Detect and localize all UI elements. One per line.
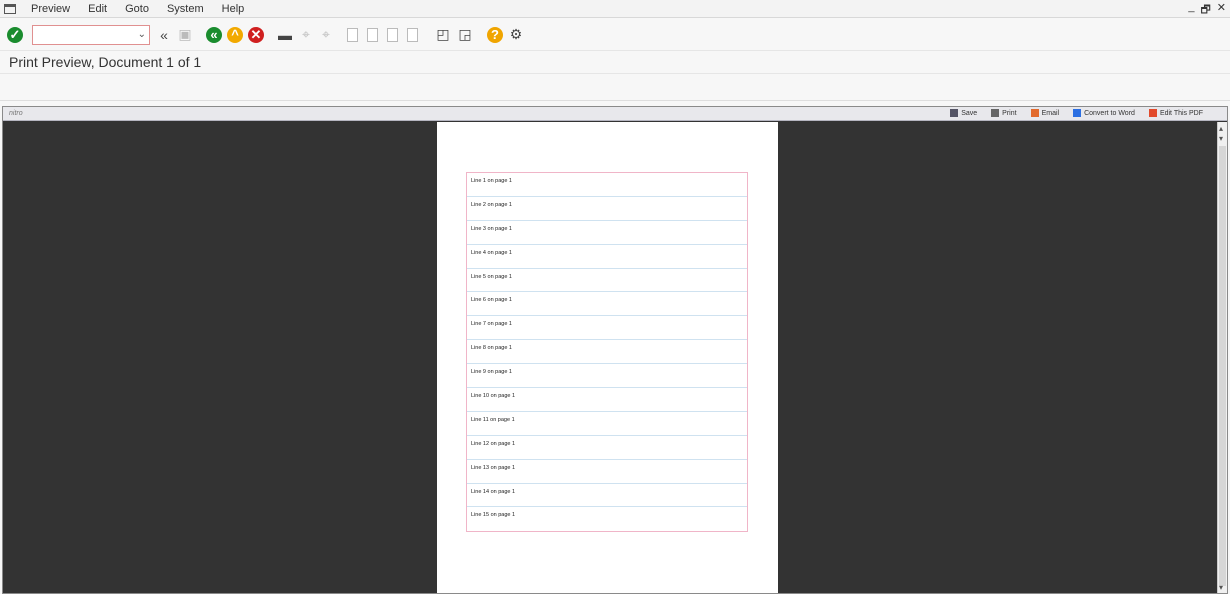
list-item: Line 1 on page 1 xyxy=(467,173,747,197)
print-icon xyxy=(991,109,1000,117)
new-session-icon[interactable]: ◰ xyxy=(435,26,451,43)
list-item: Line 6 on page 1 xyxy=(467,292,747,317)
list-item: Line 10 on page 1 xyxy=(467,388,747,412)
scroll-down-icon[interactable]: ▾ xyxy=(1219,583,1223,592)
previous-page-icon xyxy=(367,27,378,42)
list-item: Line 9 on page 1 xyxy=(467,364,747,389)
vertical-scrollbar[interactable]: ▴ ▾ ▾ xyxy=(1217,122,1227,593)
viewer-print-button[interactable]: Print xyxy=(991,109,1017,117)
list-item: Line 8 on page 1 xyxy=(467,340,747,365)
viewer-print-label: Print xyxy=(1002,109,1017,117)
list-item: Line 7 on page 1 xyxy=(467,316,747,341)
menu-edit[interactable]: Edit xyxy=(88,3,107,15)
word-icon xyxy=(1073,109,1082,117)
list-item: Line 4 on page 1 xyxy=(467,245,747,269)
menu-preview[interactable]: Preview xyxy=(31,3,70,15)
list-item: Line 13 on page 1 xyxy=(467,460,747,484)
chevron-down-icon[interactable]: ⌄ xyxy=(138,29,146,40)
viewer-edit-pdf-button[interactable]: Edit This PDF xyxy=(1148,109,1203,117)
first-page-icon xyxy=(347,27,358,42)
help-icon[interactable]: ? xyxy=(487,26,503,43)
viewer-toolbar: nitro Save Print Email Convert to Word E… xyxy=(3,107,1227,121)
window-controls: _ 🗗 ✕ xyxy=(1188,1,1226,20)
title-bar: Print Preview, Document 1 of 1 xyxy=(0,50,1230,74)
viewer-save-button[interactable]: Save xyxy=(950,109,977,117)
list-item: Line 12 on page 1 xyxy=(467,436,747,460)
save-icon: ▣ xyxy=(178,26,192,42)
close-button[interactable]: ✕ xyxy=(1217,1,1226,20)
edit-pdf-icon xyxy=(1148,109,1157,117)
document-page: Line 1 on page 1 Line 2 on page 1 Line 3… xyxy=(437,122,778,593)
application-toolbar xyxy=(0,75,1230,101)
print-icon[interactable]: ▬ xyxy=(277,27,293,43)
menu-goto[interactable]: Goto xyxy=(125,3,149,15)
settings-icon[interactable]: ⚙ xyxy=(508,26,524,43)
list-item: Line 15 on page 1 xyxy=(471,512,516,519)
find-next-icon: ⌖ xyxy=(322,26,330,42)
page-title: Print Preview, Document 1 of 1 xyxy=(9,54,202,70)
last-page-icon xyxy=(407,27,418,42)
viewer-body: Line 1 on page 1 Line 2 on page 1 Line 3… xyxy=(3,122,1227,593)
menu-bar: Preview Edit Goto System Help _ 🗗 ✕ xyxy=(0,0,1230,18)
command-field[interactable]: ⌄ xyxy=(32,24,150,45)
menu-help[interactable]: Help xyxy=(222,3,245,15)
window-menu-icon[interactable] xyxy=(4,3,16,14)
minimize-button[interactable]: _ xyxy=(1188,1,1194,20)
line-table: Line 1 on page 1 Line 2 on page 1 Line 3… xyxy=(466,172,748,532)
list-item: Line 11 on page 1 xyxy=(467,412,747,436)
list-item: Line 3 on page 1 xyxy=(467,221,747,245)
menu-system[interactable]: System xyxy=(167,3,204,15)
viewer-convert-label: Convert to Word xyxy=(1084,109,1135,117)
list-item: Line 2 on page 1 xyxy=(467,197,747,221)
find-icon: ⌖ xyxy=(302,26,310,42)
viewer-edit-pdf-label: Edit This PDF xyxy=(1159,109,1203,117)
list-item: Line 14 on page 1 xyxy=(467,484,747,508)
enter-icon[interactable]: ✓ xyxy=(7,26,23,43)
scroll-thumb[interactable] xyxy=(1219,146,1226,586)
toolbar: ✓ ⌄ « ▣ « ^ ✕ ▬ ⌖ ⌖ ◰ ◲ ? ⚙ xyxy=(0,19,1230,50)
viewer-email-label: Email xyxy=(1041,109,1060,117)
scroll-down-small-icon[interactable]: ▾ xyxy=(1219,134,1223,143)
save-icon xyxy=(950,109,959,117)
back-green-icon[interactable]: « xyxy=(206,26,222,43)
email-icon xyxy=(1030,109,1039,117)
list-item: Line 5 on page 1 xyxy=(467,269,747,293)
restore-button[interactable]: 🗗 xyxy=(1200,1,1210,20)
viewer-save-label: Save xyxy=(961,109,978,117)
viewer-email-button[interactable]: Email xyxy=(1030,109,1060,117)
pdf-viewer: nitro Save Print Email Convert to Word E… xyxy=(2,106,1228,594)
cancel-icon[interactable]: ✕ xyxy=(248,26,264,43)
exit-icon[interactable]: ^ xyxy=(227,26,243,43)
viewer-convert-button[interactable]: Convert to Word xyxy=(1073,109,1135,117)
next-page-icon xyxy=(387,27,398,42)
scroll-up-icon[interactable]: ▴ xyxy=(1219,124,1223,133)
nitro-logo: nitro xyxy=(9,110,23,117)
back-icon[interactable]: « xyxy=(156,27,172,43)
shortcut-icon[interactable]: ◲ xyxy=(457,26,473,43)
viewer-actions: Save Print Email Convert to Word Edit Th… xyxy=(950,109,1203,117)
